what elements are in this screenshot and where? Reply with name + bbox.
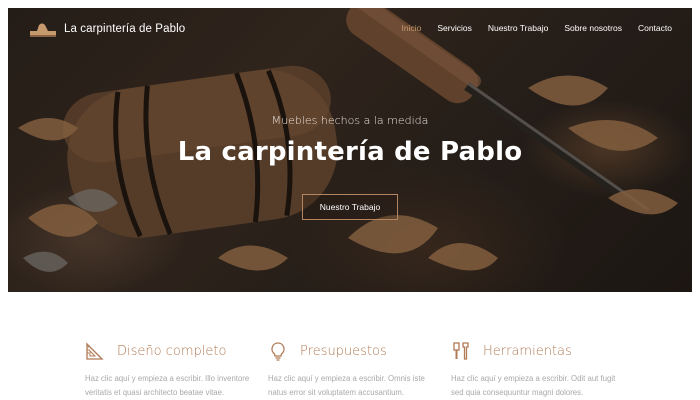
feature-description: Haz clic aquí y empieza a escribir. Omni… <box>268 374 425 397</box>
lightbulb-icon <box>271 342 285 361</box>
menu-item-nuestro-trabajo[interactable]: Nuestro Trabajo <box>488 23 548 33</box>
feature-design: Diseño completo Haz clic aquí y empieza … <box>85 340 255 400</box>
features-section: Diseño completo Haz clic aquí y empieza … <box>0 340 700 400</box>
hand-plane-icon <box>30 23 56 37</box>
hero-section: La carpintería de Pablo Inicio Servicios… <box>8 8 692 292</box>
menu-item-contacto[interactable]: Contacto <box>638 23 672 33</box>
our-work-button[interactable]: Nuestro Trabajo <box>302 194 398 220</box>
hero-title: La carpintería de Pablo <box>177 137 523 167</box>
feature-header: Diseño completo <box>85 340 255 362</box>
menu-item-inicio[interactable]: Inicio <box>402 23 422 33</box>
feature-header: Presupuestos <box>268 340 438 362</box>
feature-budgets: Presupuestos Haz clic aquí y empieza a e… <box>268 340 438 400</box>
feature-title: Presupuestos <box>300 343 387 359</box>
menu-item-servicios[interactable]: Servicios <box>437 23 471 33</box>
feature-header: Herramientas <box>451 340 621 362</box>
menu-item-sobre-nosotros[interactable]: Sobre nosotros <box>564 23 622 33</box>
feature-description: Haz clic aquí y empieza a escribir. Odit… <box>451 374 616 397</box>
main-menu: Inicio Servicios Nuestro Trabajo Sobre n… <box>402 23 673 33</box>
feature-title: Diseño completo <box>117 343 227 359</box>
feature-title: Herramientas <box>483 343 572 359</box>
brand[interactable]: La carpintería de Pablo <box>28 19 185 39</box>
hero-subtitle: Muebles hechos a la medida <box>271 114 429 127</box>
top-navigation: La carpintería de Pablo Inicio Servicios… <box>8 8 692 50</box>
tools-icon <box>453 342 469 360</box>
feature-description: Haz clic aquí y empieza a escribir. Illo… <box>85 374 250 397</box>
feature-tools: Herramientas Haz clic aquí y empieza a e… <box>451 340 621 400</box>
ruler-square-icon <box>86 342 104 360</box>
brand-name: La carpintería de Pablo <box>64 23 186 35</box>
